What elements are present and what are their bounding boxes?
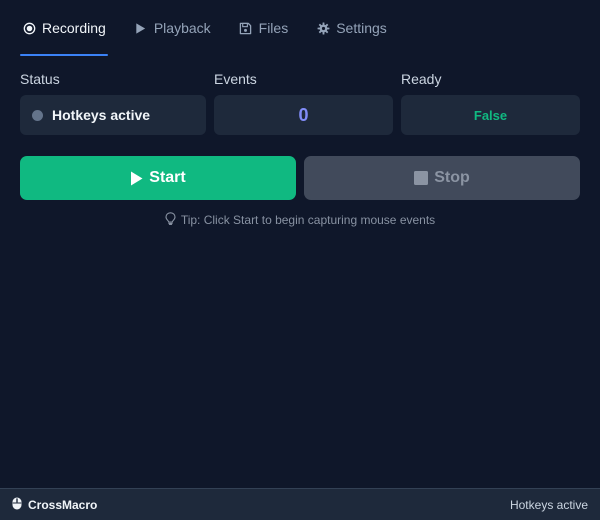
tab-label: Files [258,20,289,36]
tab-playback[interactable]: Playback [132,0,213,56]
app-brand: CrossMacro [12,497,97,513]
tab-settings[interactable]: Settings [314,0,389,56]
ready-card: False [401,95,580,135]
status-bar: CrossMacro Hotkeys active [0,488,600,520]
radio-record-icon [22,21,36,35]
tab-label: Playback [153,20,211,36]
status-value: Hotkeys active [52,107,151,123]
stop-button[interactable]: Stop [304,156,580,200]
stop-icon [414,171,429,185]
tab-label: Settings [336,20,387,36]
tab-label: Recording [42,20,106,36]
status-card: Hotkeys active [20,95,206,135]
events-label: Events [214,71,257,87]
tip-text: Tip: Click Start to begin capturing mous… [180,213,436,227]
lightbulb-icon [165,212,176,228]
tip-message: Tip: Click Start to begin capturing mous… [0,212,600,228]
status-label: Status [20,71,60,87]
tab-bar: Recording Playback Files Settings [20,0,389,56]
start-button[interactable]: Start [20,156,296,200]
events-card: 0 [214,95,393,135]
start-button-label: Start [149,169,186,186]
ready-label: Ready [401,71,442,87]
gear-icon [316,21,330,35]
mouse-icon [12,497,22,513]
play-icon [130,171,143,186]
footer-status-text: Hotkeys active [509,497,588,512]
ready-value: False [473,107,508,123]
app-window: Recording Playback Files Settings Status… [0,0,600,520]
play-icon [134,21,148,35]
stop-button-label: Stop [434,169,470,186]
save-icon [239,21,253,35]
status-indicator-dot [32,109,43,121]
events-count: 0 [298,104,309,125]
tab-recording[interactable]: Recording [20,0,108,56]
tab-files[interactable]: Files [237,0,291,56]
app-name: CrossMacro [28,497,98,512]
